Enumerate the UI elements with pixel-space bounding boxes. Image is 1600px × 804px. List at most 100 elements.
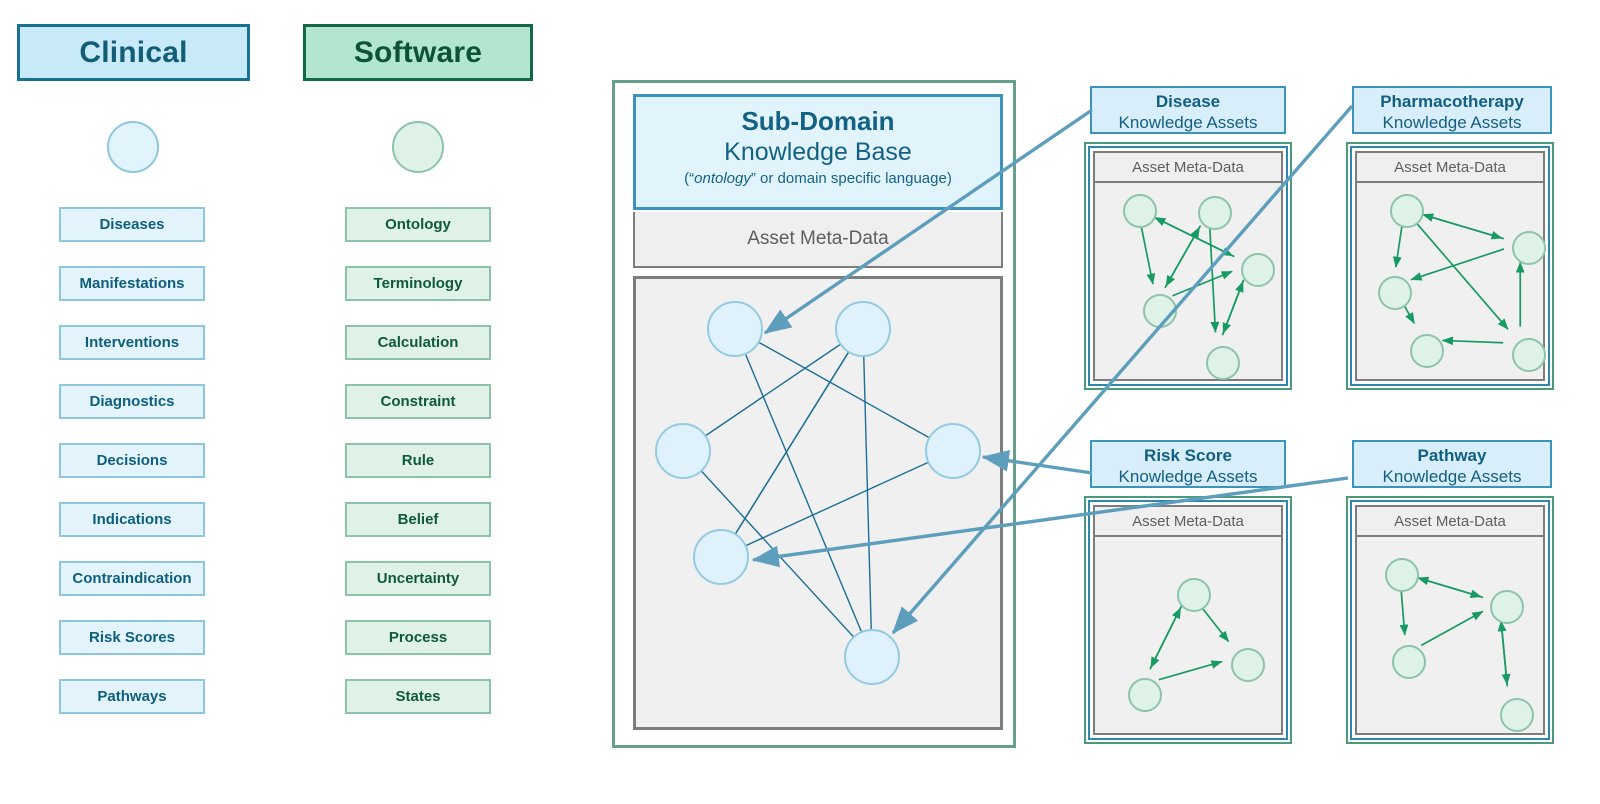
asset-graph-edge bbox=[1140, 225, 1156, 285]
sub-domain-node[interactable] bbox=[693, 529, 749, 585]
asset-card-title-pathway[interactable]: Pathway Knowledge Assets bbox=[1352, 440, 1552, 488]
asset-graph-edge bbox=[1198, 603, 1230, 643]
diagram-canvas: Clinical Software Diseases Manifestations… bbox=[0, 0, 1600, 804]
sub-domain-node[interactable] bbox=[844, 629, 900, 685]
sub-domain-graph-edges bbox=[682, 328, 954, 658]
asset-graph-edge bbox=[1164, 226, 1201, 289]
asset-graph-edge bbox=[1420, 213, 1503, 240]
asset-card-content: Asset Meta-Data bbox=[1355, 505, 1545, 735]
chip-software-uncertainty[interactable]: Uncertainty bbox=[345, 561, 491, 596]
asset-card-body-pharmacotherapy: Asset Meta-Data bbox=[1346, 142, 1554, 390]
chip-clinical-interventions[interactable]: Interventions bbox=[59, 325, 205, 360]
sub-domain-node[interactable] bbox=[925, 423, 981, 479]
asset-node[interactable] bbox=[1198, 196, 1232, 230]
asset-node[interactable] bbox=[1490, 590, 1524, 624]
chip-clinical-diagnostics[interactable]: Diagnostics bbox=[59, 384, 205, 419]
asset-card-title-pharmacotherapy[interactable]: Pharmacotherapy Knowledge Assets bbox=[1352, 86, 1552, 134]
asset-graph-edge bbox=[1150, 605, 1183, 669]
chip-clinical-indications[interactable]: Indications bbox=[59, 502, 205, 537]
asset-card-content: Asset Meta-Data bbox=[1093, 151, 1283, 381]
asset-node[interactable] bbox=[1177, 578, 1211, 612]
chip-label: Indications bbox=[92, 511, 172, 528]
asset-graph-edges bbox=[1149, 603, 1230, 681]
asset-node[interactable] bbox=[1410, 334, 1444, 368]
sub-domain-asset-meta-data-label: Asset Meta-Data bbox=[747, 228, 889, 249]
asset-graph-edge bbox=[1417, 576, 1484, 599]
asset-graph-edge bbox=[1415, 576, 1482, 598]
sub-domain-edge bbox=[720, 328, 864, 558]
asset-node[interactable] bbox=[1390, 194, 1424, 228]
sub-domain-title-line1: Sub-Domain bbox=[741, 106, 895, 136]
chip-software-process[interactable]: Process bbox=[345, 620, 491, 655]
asset-node[interactable] bbox=[1143, 294, 1177, 328]
asset-card-name: Pharmacotherapy bbox=[1380, 92, 1524, 111]
asset-card-name: Pathway bbox=[1417, 446, 1487, 465]
chip-label: Constraint bbox=[380, 393, 456, 410]
asset-graph-edge bbox=[1420, 610, 1484, 647]
software-sample-node-circle bbox=[392, 121, 444, 173]
chip-clinical-contraindication[interactable]: Contraindication bbox=[59, 561, 205, 596]
asset-meta-data-bar-disease: Asset Meta-Data bbox=[1095, 153, 1281, 183]
chip-label: Calculation bbox=[377, 334, 459, 351]
chip-label: Decisions bbox=[96, 452, 168, 469]
sub-domain-edge bbox=[862, 328, 873, 658]
chip-label: Rule bbox=[401, 452, 435, 469]
sub-domain-header: Sub-Domain Knowledge Base (“ontology” or… bbox=[633, 94, 1003, 210]
asset-graph-edge bbox=[1172, 270, 1233, 297]
chip-label: Contraindication bbox=[72, 570, 192, 587]
asset-node[interactable] bbox=[1241, 253, 1275, 287]
chip-software-terminology[interactable]: Terminology bbox=[345, 266, 491, 301]
asset-node[interactable] bbox=[1206, 346, 1240, 380]
sub-domain-edge bbox=[720, 328, 864, 558]
asset-card-title-risk_score[interactable]: Risk Score Knowledge Assets bbox=[1090, 440, 1286, 488]
asset-node[interactable] bbox=[1392, 645, 1426, 679]
asset-graph-disease bbox=[1095, 183, 1281, 380]
asset-node[interactable] bbox=[1123, 194, 1157, 228]
chip-label: Interventions bbox=[84, 334, 180, 351]
column-header-clinical-label: Clinical bbox=[79, 35, 188, 69]
chip-clinical-manifestations[interactable]: Manifestations bbox=[59, 266, 205, 301]
asset-node[interactable] bbox=[1128, 678, 1162, 712]
asset-graph-edge bbox=[1399, 589, 1409, 636]
sub-domain-subtitle: (“ontology” or domain specific language) bbox=[684, 170, 952, 187]
asset-node[interactable] bbox=[1512, 231, 1546, 265]
asset-card-name: Risk Score bbox=[1144, 446, 1232, 465]
chip-label: Belief bbox=[397, 511, 439, 528]
asset-graph-edge bbox=[1221, 280, 1244, 336]
sub-domain-asset-meta-data-bar: Asset Meta-Data bbox=[633, 212, 1003, 268]
column-header-software: Software bbox=[303, 24, 533, 81]
chip-software-constraint[interactable]: Constraint bbox=[345, 384, 491, 419]
asset-graph-edge bbox=[1421, 213, 1505, 240]
asset-graph-edge bbox=[1497, 620, 1509, 687]
sub-domain-edge bbox=[734, 328, 873, 658]
chip-software-belief[interactable]: Belief bbox=[345, 502, 491, 537]
asset-graph-edge bbox=[1165, 225, 1202, 287]
asset-card-inner-frame: Asset Meta-Data bbox=[1088, 146, 1288, 386]
asset-node[interactable] bbox=[1378, 276, 1412, 310]
asset-graph-edge bbox=[1208, 227, 1220, 333]
chip-clinical-diseases[interactable]: Diseases bbox=[59, 207, 205, 242]
chip-label: Manifestations bbox=[79, 275, 185, 292]
chip-software-ontology[interactable]: Ontology bbox=[345, 207, 491, 242]
sub-domain-node[interactable] bbox=[655, 423, 711, 479]
asset-node[interactable] bbox=[1231, 648, 1265, 682]
sub-domain-edge bbox=[682, 328, 864, 452]
chip-software-states[interactable]: States bbox=[345, 679, 491, 714]
asset-card-inner-frame: Asset Meta-Data bbox=[1088, 500, 1288, 740]
chip-clinical-risk-scores[interactable]: Risk Scores bbox=[59, 620, 205, 655]
sub-domain-node[interactable] bbox=[707, 301, 763, 357]
asset-card-content: Asset Meta-Data bbox=[1355, 151, 1546, 381]
chip-software-rule[interactable]: Rule bbox=[345, 443, 491, 478]
asset-meta-data-label: Asset Meta-Data bbox=[1132, 158, 1244, 176]
asset-meta-data-bar-pathway: Asset Meta-Data bbox=[1357, 507, 1543, 537]
asset-node[interactable] bbox=[1512, 338, 1546, 372]
asset-node[interactable] bbox=[1385, 558, 1419, 592]
asset-card-title-disease[interactable]: Disease Knowledge Assets bbox=[1090, 86, 1286, 134]
asset-node[interactable] bbox=[1500, 698, 1534, 732]
asset-card-name: Disease bbox=[1155, 92, 1221, 111]
chip-software-calculation[interactable]: Calculation bbox=[345, 325, 491, 360]
clinical-sample-node-circle bbox=[107, 121, 159, 173]
chip-clinical-pathways[interactable]: Pathways bbox=[59, 679, 205, 714]
chip-clinical-decisions[interactable]: Decisions bbox=[59, 443, 205, 478]
sub-domain-node[interactable] bbox=[835, 301, 891, 357]
